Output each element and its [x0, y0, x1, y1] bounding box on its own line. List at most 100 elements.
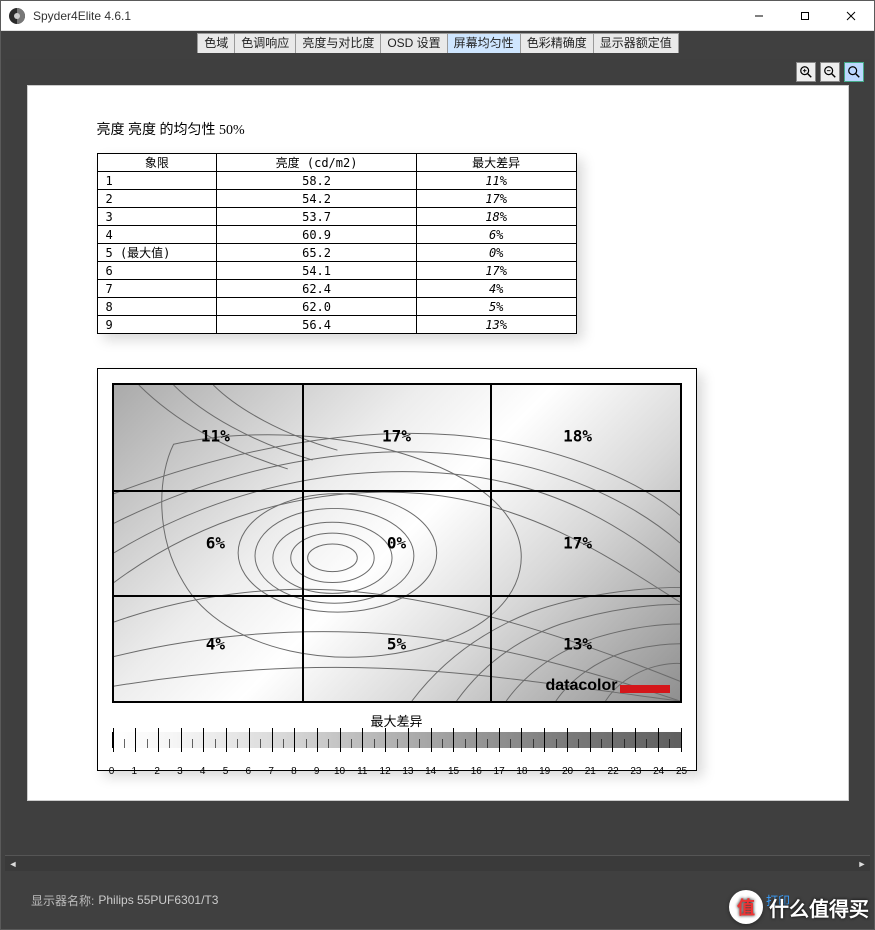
scale-title: 最大差异 [112, 711, 682, 730]
app-icon [7, 6, 27, 26]
print-link[interactable]: 打印 [766, 892, 790, 909]
scale-tick-label: 24 [653, 766, 664, 777]
maximize-button[interactable] [782, 1, 828, 31]
cell-quadrant: 3 [97, 208, 217, 226]
scale-tick-label: 15 [448, 766, 459, 777]
table-row: 862.05% [97, 298, 576, 316]
scroll-left-icon[interactable]: ◄ [5, 856, 21, 872]
scale-tick-label: 13 [402, 766, 413, 777]
scale-tick-label: 17 [494, 766, 505, 777]
table-row: 254.217% [97, 190, 576, 208]
cell-luminance: 54.2 [217, 190, 417, 208]
map-cell-5: 0% [387, 534, 406, 553]
map-cell-2: 17% [382, 426, 411, 445]
cell-quadrant: 9 [97, 316, 217, 334]
cell-quadrant: 7 [97, 280, 217, 298]
workspace: 亮度 亮度 的均匀性 50% 象限 亮度 (cd/m2) 最大差异 158.21… [1, 55, 874, 929]
cell-quadrant: 8 [97, 298, 217, 316]
cell-diff: 13% [416, 316, 576, 334]
cell-diff: 4% [416, 280, 576, 298]
uniformity-map-card: 11%17%18%6%0%17%4%5%13% datacolor 最大差异 0… [97, 368, 697, 771]
scale-tick-label: 5 [223, 766, 229, 777]
cell-diff: 6% [416, 226, 576, 244]
tab-2[interactable]: 亮度与对比度 [295, 33, 381, 53]
cell-quadrant: 2 [97, 190, 217, 208]
scale-tick-label: 16 [471, 766, 482, 777]
tab-4[interactable]: 屏幕均匀性 [447, 33, 521, 53]
zoom-toolbar [5, 59, 870, 85]
scale-tick-label: 22 [608, 766, 619, 777]
report-viewport[interactable]: 亮度 亮度 的均匀性 50% 象限 亮度 (cd/m2) 最大差异 158.21… [5, 85, 870, 855]
map-cell-7: 4% [206, 635, 225, 654]
cell-diff: 11% [416, 172, 576, 190]
cell-luminance: 65.2 [217, 244, 417, 262]
cell-luminance: 58.2 [217, 172, 417, 190]
minimize-button[interactable] [736, 1, 782, 31]
window-title: Spyder4Elite 4.6.1 [33, 9, 736, 23]
tab-0[interactable]: 色域 [197, 33, 235, 53]
report-page: 亮度 亮度 的均匀性 50% 象限 亮度 (cd/m2) 最大差异 158.21… [27, 85, 849, 801]
scale-tick-label: 4 [200, 766, 206, 777]
scale-tick-label: 10 [334, 766, 345, 777]
cell-quadrant: 6 [97, 262, 217, 280]
tab-1[interactable]: 色调响应 [234, 33, 296, 53]
tab-3[interactable]: OSD 设置 [380, 33, 447, 53]
zoom-out-button[interactable] [820, 62, 840, 82]
report-title: 亮度 亮度 的均匀性 50% [97, 119, 779, 139]
table-row: 5 (最大值)65.20% [97, 244, 576, 262]
cell-diff: 17% [416, 190, 576, 208]
tab-5[interactable]: 色彩精确度 [520, 33, 594, 53]
scale-tick-label: 20 [562, 766, 573, 777]
scale-tick-label: 14 [425, 766, 436, 777]
map-cell-3: 18% [563, 426, 592, 445]
cell-diff: 17% [416, 262, 576, 280]
cell-quadrant: 4 [97, 226, 217, 244]
scale-tick-label: 3 [177, 766, 183, 777]
status-bar: 显示器名称: Philips 55PUF6301/T3 打印 关闭 [5, 871, 870, 929]
cell-luminance: 62.0 [217, 298, 417, 316]
cell-quadrant: 5 (最大值) [97, 244, 217, 262]
zoom-fit-button[interactable] [844, 62, 864, 82]
cell-luminance: 60.9 [217, 226, 417, 244]
close-button[interactable] [828, 1, 874, 31]
cell-quadrant: 1 [97, 172, 217, 190]
map-cell-9: 13% [563, 635, 592, 654]
titlebar: Spyder4Elite 4.6.1 [1, 1, 874, 31]
map-cell-8: 5% [387, 635, 406, 654]
scale-tick-label: 8 [291, 766, 297, 777]
tab-6[interactable]: 显示器额定值 [593, 33, 679, 53]
zoom-in-button[interactable] [796, 62, 816, 82]
cell-diff: 18% [416, 208, 576, 226]
cell-diff: 5% [416, 298, 576, 316]
scale-tick-label: 11 [357, 766, 367, 777]
monitor-name-label: 显示器名称: [31, 892, 94, 909]
col-header-quadrant: 象限 [97, 154, 217, 172]
scale-tick-label: 0 [109, 766, 115, 777]
scale-tick-label: 9 [314, 766, 320, 777]
scale-tick-label: 2 [154, 766, 160, 777]
col-header-luminance: 亮度 (cd/m2) [217, 154, 417, 172]
uniformity-table: 象限 亮度 (cd/m2) 最大差异 158.211%254.217%353.7… [97, 153, 577, 334]
tab-bar: 色域色调响应亮度与对比度OSD 设置屏幕均匀性色彩精确度显示器额定值 [1, 31, 874, 55]
table-row: 460.96% [97, 226, 576, 244]
table-row: 353.718% [97, 208, 576, 226]
scale-tick-label: 21 [585, 766, 596, 777]
scale-tick-label: 1 [132, 766, 138, 777]
cell-luminance: 56.4 [217, 316, 417, 334]
cell-luminance: 53.7 [217, 208, 417, 226]
scroll-right-icon[interactable]: ► [854, 856, 870, 872]
table-row: 956.413% [97, 316, 576, 334]
horizontal-scrollbar[interactable]: ◄ ► [5, 855, 870, 871]
table-row: 762.44% [97, 280, 576, 298]
map-cell-1: 11% [201, 426, 230, 445]
monitor-name-value: Philips 55PUF6301/T3 [98, 893, 218, 907]
scale-tick-label: 6 [246, 766, 252, 777]
table-row: 158.211% [97, 172, 576, 190]
col-header-maxdiff: 最大差异 [416, 154, 576, 172]
scale-tick-label: 23 [630, 766, 641, 777]
scale-tick-label: 12 [380, 766, 391, 777]
cell-luminance: 54.1 [217, 262, 417, 280]
brand-logo: datacolor [545, 677, 669, 695]
uniformity-map: 11%17%18%6%0%17%4%5%13% datacolor [112, 383, 682, 703]
map-cell-4: 6% [206, 534, 225, 553]
